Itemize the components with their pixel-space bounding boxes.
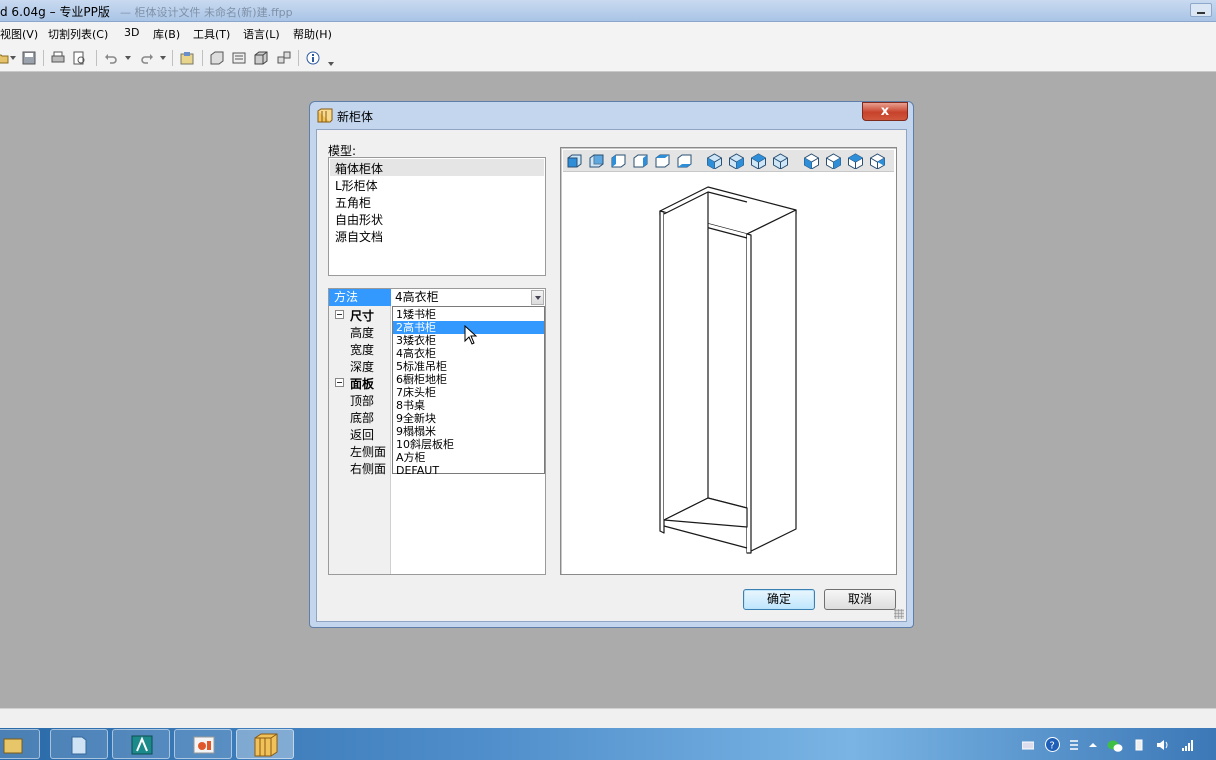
left-side-label: 左侧面 xyxy=(350,445,387,459)
mouse-cursor-icon xyxy=(464,325,478,345)
menu-help[interactable]: 帮助(H) xyxy=(293,26,332,42)
cabinet-icon[interactable] xyxy=(210,51,224,65)
method-dropdown-button[interactable] xyxy=(531,290,544,305)
dropdown-option[interactable]: 4高衣柜 xyxy=(393,347,544,360)
width-label: 宽度 xyxy=(350,343,375,357)
undo-dropdown-arrow[interactable] xyxy=(125,56,131,60)
app-title: d 6.04g – 专业PP版 xyxy=(0,5,110,19)
svg-text:?: ? xyxy=(1050,741,1055,752)
toolbar-separator xyxy=(43,50,44,66)
dropdown-option[interactable]: 5标准吊柜 xyxy=(393,360,544,373)
cabinet-3d-preview[interactable] xyxy=(560,147,897,575)
dropdown-option[interactable]: 7床头柜 xyxy=(393,386,544,399)
menu-library[interactable]: 库(B) xyxy=(153,26,180,42)
menu-bar: 视图(V) 切割列表(C) 3D 库(B) 工具(T) 语言(L) 帮助(H) xyxy=(0,22,1216,44)
model-item-from-document[interactable]: 源自文档 xyxy=(335,228,383,245)
menu-language[interactable]: 语言(L) xyxy=(243,26,280,42)
print-preview-icon[interactable] xyxy=(72,51,86,65)
collapse-size-icon[interactable] xyxy=(335,310,344,319)
toolbar-overflow-icon[interactable] xyxy=(328,62,334,66)
redo-icon[interactable] xyxy=(140,51,154,65)
exploded-view-icon[interactable] xyxy=(277,51,291,65)
taskbar-app-presentation[interactable] xyxy=(174,729,232,759)
menu-cutlist[interactable]: 切割列表(C) xyxy=(48,26,108,42)
open-icon[interactable] xyxy=(0,51,10,65)
properties-icon[interactable] xyxy=(180,51,194,65)
wardrobe-model xyxy=(659,186,797,554)
toolbar-separator xyxy=(202,50,203,66)
model-list[interactable]: 箱体柜体 L形柜体 五角柜 自由形状 源自文档 xyxy=(328,157,546,276)
back-label: 返回 xyxy=(350,428,375,442)
close-icon: x xyxy=(880,104,890,119)
save-icon[interactable] xyxy=(22,51,36,65)
menu-3d[interactable]: 3D xyxy=(124,26,139,39)
new-cabinet-dialog: 新柜体 x 模型: 箱体柜体 L形柜体 五角柜 自由形状 源自文档 方法 4高衣… xyxy=(309,101,914,628)
help-icon[interactable]: ? xyxy=(1045,737,1060,752)
dropdown-option[interactable]: 10斜层板柜 xyxy=(393,438,544,451)
right-side-label: 右侧面 xyxy=(350,462,387,476)
minimize-button[interactable] xyxy=(1190,3,1212,17)
taskbar-app-2[interactable] xyxy=(50,729,108,759)
cabinet-app-icon xyxy=(254,733,278,757)
menu-view[interactable]: 视图(V) xyxy=(0,26,38,42)
keyboard-icon[interactable] xyxy=(1022,739,1034,751)
print-icon[interactable] xyxy=(51,51,65,65)
dialog-body: 模型: 箱体柜体 L形柜体 五角柜 自由形状 源自文档 方法 4高衣柜 尺寸 高… xyxy=(316,129,907,622)
wechat-icon[interactable] xyxy=(1107,739,1123,753)
collapse-panel-icon[interactable] xyxy=(335,378,344,387)
presentation-icon xyxy=(193,736,215,754)
status-bar xyxy=(0,708,1216,728)
panel-list-icon[interactable] xyxy=(232,51,246,65)
bottom-label: 底部 xyxy=(350,411,375,425)
info-icon[interactable] xyxy=(306,51,320,65)
model-item-box-cabinet[interactable]: 箱体柜体 xyxy=(335,160,383,177)
dropdown-option[interactable]: DEFAUT xyxy=(393,464,544,475)
dropdown-option[interactable]: 1矮书柜 xyxy=(393,308,544,321)
app-icon xyxy=(3,738,23,754)
show-hidden-icons-icon[interactable] xyxy=(1087,739,1099,751)
taskbar-app-1[interactable] xyxy=(0,729,40,759)
cancel-button[interactable]: 取消 xyxy=(824,589,896,610)
taskbar: ? xyxy=(0,728,1216,760)
dialog-title: 新柜体 xyxy=(337,110,374,124)
app-title-document: — 柜体设计文件 未命名(新)建.ffpp xyxy=(120,6,293,19)
3d-box-icon[interactable] xyxy=(254,51,268,65)
resize-grip[interactable] xyxy=(894,609,904,619)
taskbar-app-autocad[interactable] xyxy=(112,729,170,759)
toolbar-separator xyxy=(172,50,173,66)
toolbar-separator xyxy=(298,50,299,66)
dialog-title-bar[interactable]: 新柜体 x xyxy=(310,102,913,128)
cad-app-icon xyxy=(131,735,153,755)
dropdown-option[interactable]: 8书桌 xyxy=(393,399,544,412)
volume-icon[interactable] xyxy=(1156,739,1170,751)
method-select[interactable]: 4高衣柜 xyxy=(392,289,545,306)
toolbar-separator xyxy=(96,50,97,66)
dropdown-option[interactable]: 9榻榻米 xyxy=(393,425,544,438)
model-item-free-shape[interactable]: 自由形状 xyxy=(335,211,383,228)
model-item-pentagon-cabinet[interactable]: 五角柜 xyxy=(335,194,371,211)
input-method-icon[interactable] xyxy=(1068,739,1080,751)
dialog-close-button[interactable]: x xyxy=(862,102,908,121)
top-label: 顶部 xyxy=(350,394,375,408)
depth-label: 深度 xyxy=(350,360,375,374)
taskbar-app-cabinet-active[interactable] xyxy=(236,729,294,759)
property-grid: 方法 4高衣柜 尺寸 高度 宽度 深度 面板 顶部 底部 返回 左侧面 右侧面 … xyxy=(328,288,546,575)
menu-tools[interactable]: 工具(T) xyxy=(193,26,230,42)
cabinet-app-icon xyxy=(317,108,333,123)
method-label[interactable]: 方法 xyxy=(329,289,391,306)
ok-button[interactable]: 确定 xyxy=(743,589,815,610)
main-toolbar xyxy=(0,44,1216,72)
model-item-l-cabinet[interactable]: L形柜体 xyxy=(335,177,378,194)
redo-dropdown-arrow[interactable] xyxy=(160,56,166,60)
file-manager-icon xyxy=(71,736,87,755)
app-title-bar: d 6.04g – 专业PP版 — 柜体设计文件 未命名(新)建.ffpp xyxy=(0,0,1216,22)
usb-device-icon[interactable] xyxy=(1133,739,1145,751)
dropdown-option[interactable]: 6橱柜地柜 xyxy=(393,373,544,386)
dropdown-option[interactable]: A方柜 xyxy=(393,451,544,464)
open-dropdown-arrow[interactable] xyxy=(10,56,16,60)
undo-icon[interactable] xyxy=(104,51,118,65)
height-label: 高度 xyxy=(350,326,375,340)
dropdown-option[interactable]: 9全新块 xyxy=(393,412,544,425)
network-signal-icon[interactable] xyxy=(1181,739,1195,751)
